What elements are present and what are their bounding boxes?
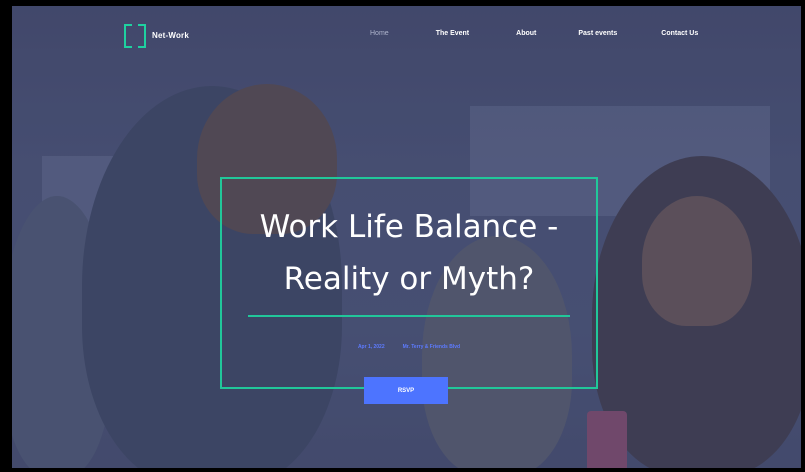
top-nav: Net-Work Home The Event About Past event…	[12, 6, 801, 64]
bracket-logo-icon	[124, 24, 146, 48]
hero-section: Net-Work Home The Event About Past event…	[12, 6, 801, 468]
brand-name: Net-Work	[152, 30, 190, 40]
screen-frame: Net-Work Home The Event About Past event…	[0, 0, 805, 472]
nav-link-about[interactable]: About	[516, 30, 536, 37]
event-meta: Apr 1, 2022 Mr. Terry & Friends Blvd	[222, 344, 596, 350]
event-card: Work Life Balance - Reality or Myth? Apr…	[220, 177, 598, 389]
event-headline: Work Life Balance - Reality or Myth?	[222, 201, 596, 305]
nav-links: Home The Event About Past events Contact…	[370, 30, 698, 37]
brand-logo[interactable]: Net-Work	[124, 24, 190, 48]
nav-link-contact-us[interactable]: Contact Us	[661, 30, 698, 37]
nav-link-home[interactable]: Home	[370, 30, 389, 37]
nav-link-past-events[interactable]: Past events	[578, 30, 617, 37]
rsvp-button[interactable]: RSVP	[364, 377, 448, 404]
event-date: Apr 1, 2022	[357, 344, 385, 350]
headline-line-2: Reality or Myth?	[283, 261, 535, 297]
nav-link-the-event[interactable]: The Event	[436, 30, 469, 37]
event-venue: Mr. Terry & Friends Blvd	[402, 344, 461, 350]
headline-line-1: Work Life Balance -	[259, 209, 559, 245]
card-divider	[248, 315, 570, 317]
